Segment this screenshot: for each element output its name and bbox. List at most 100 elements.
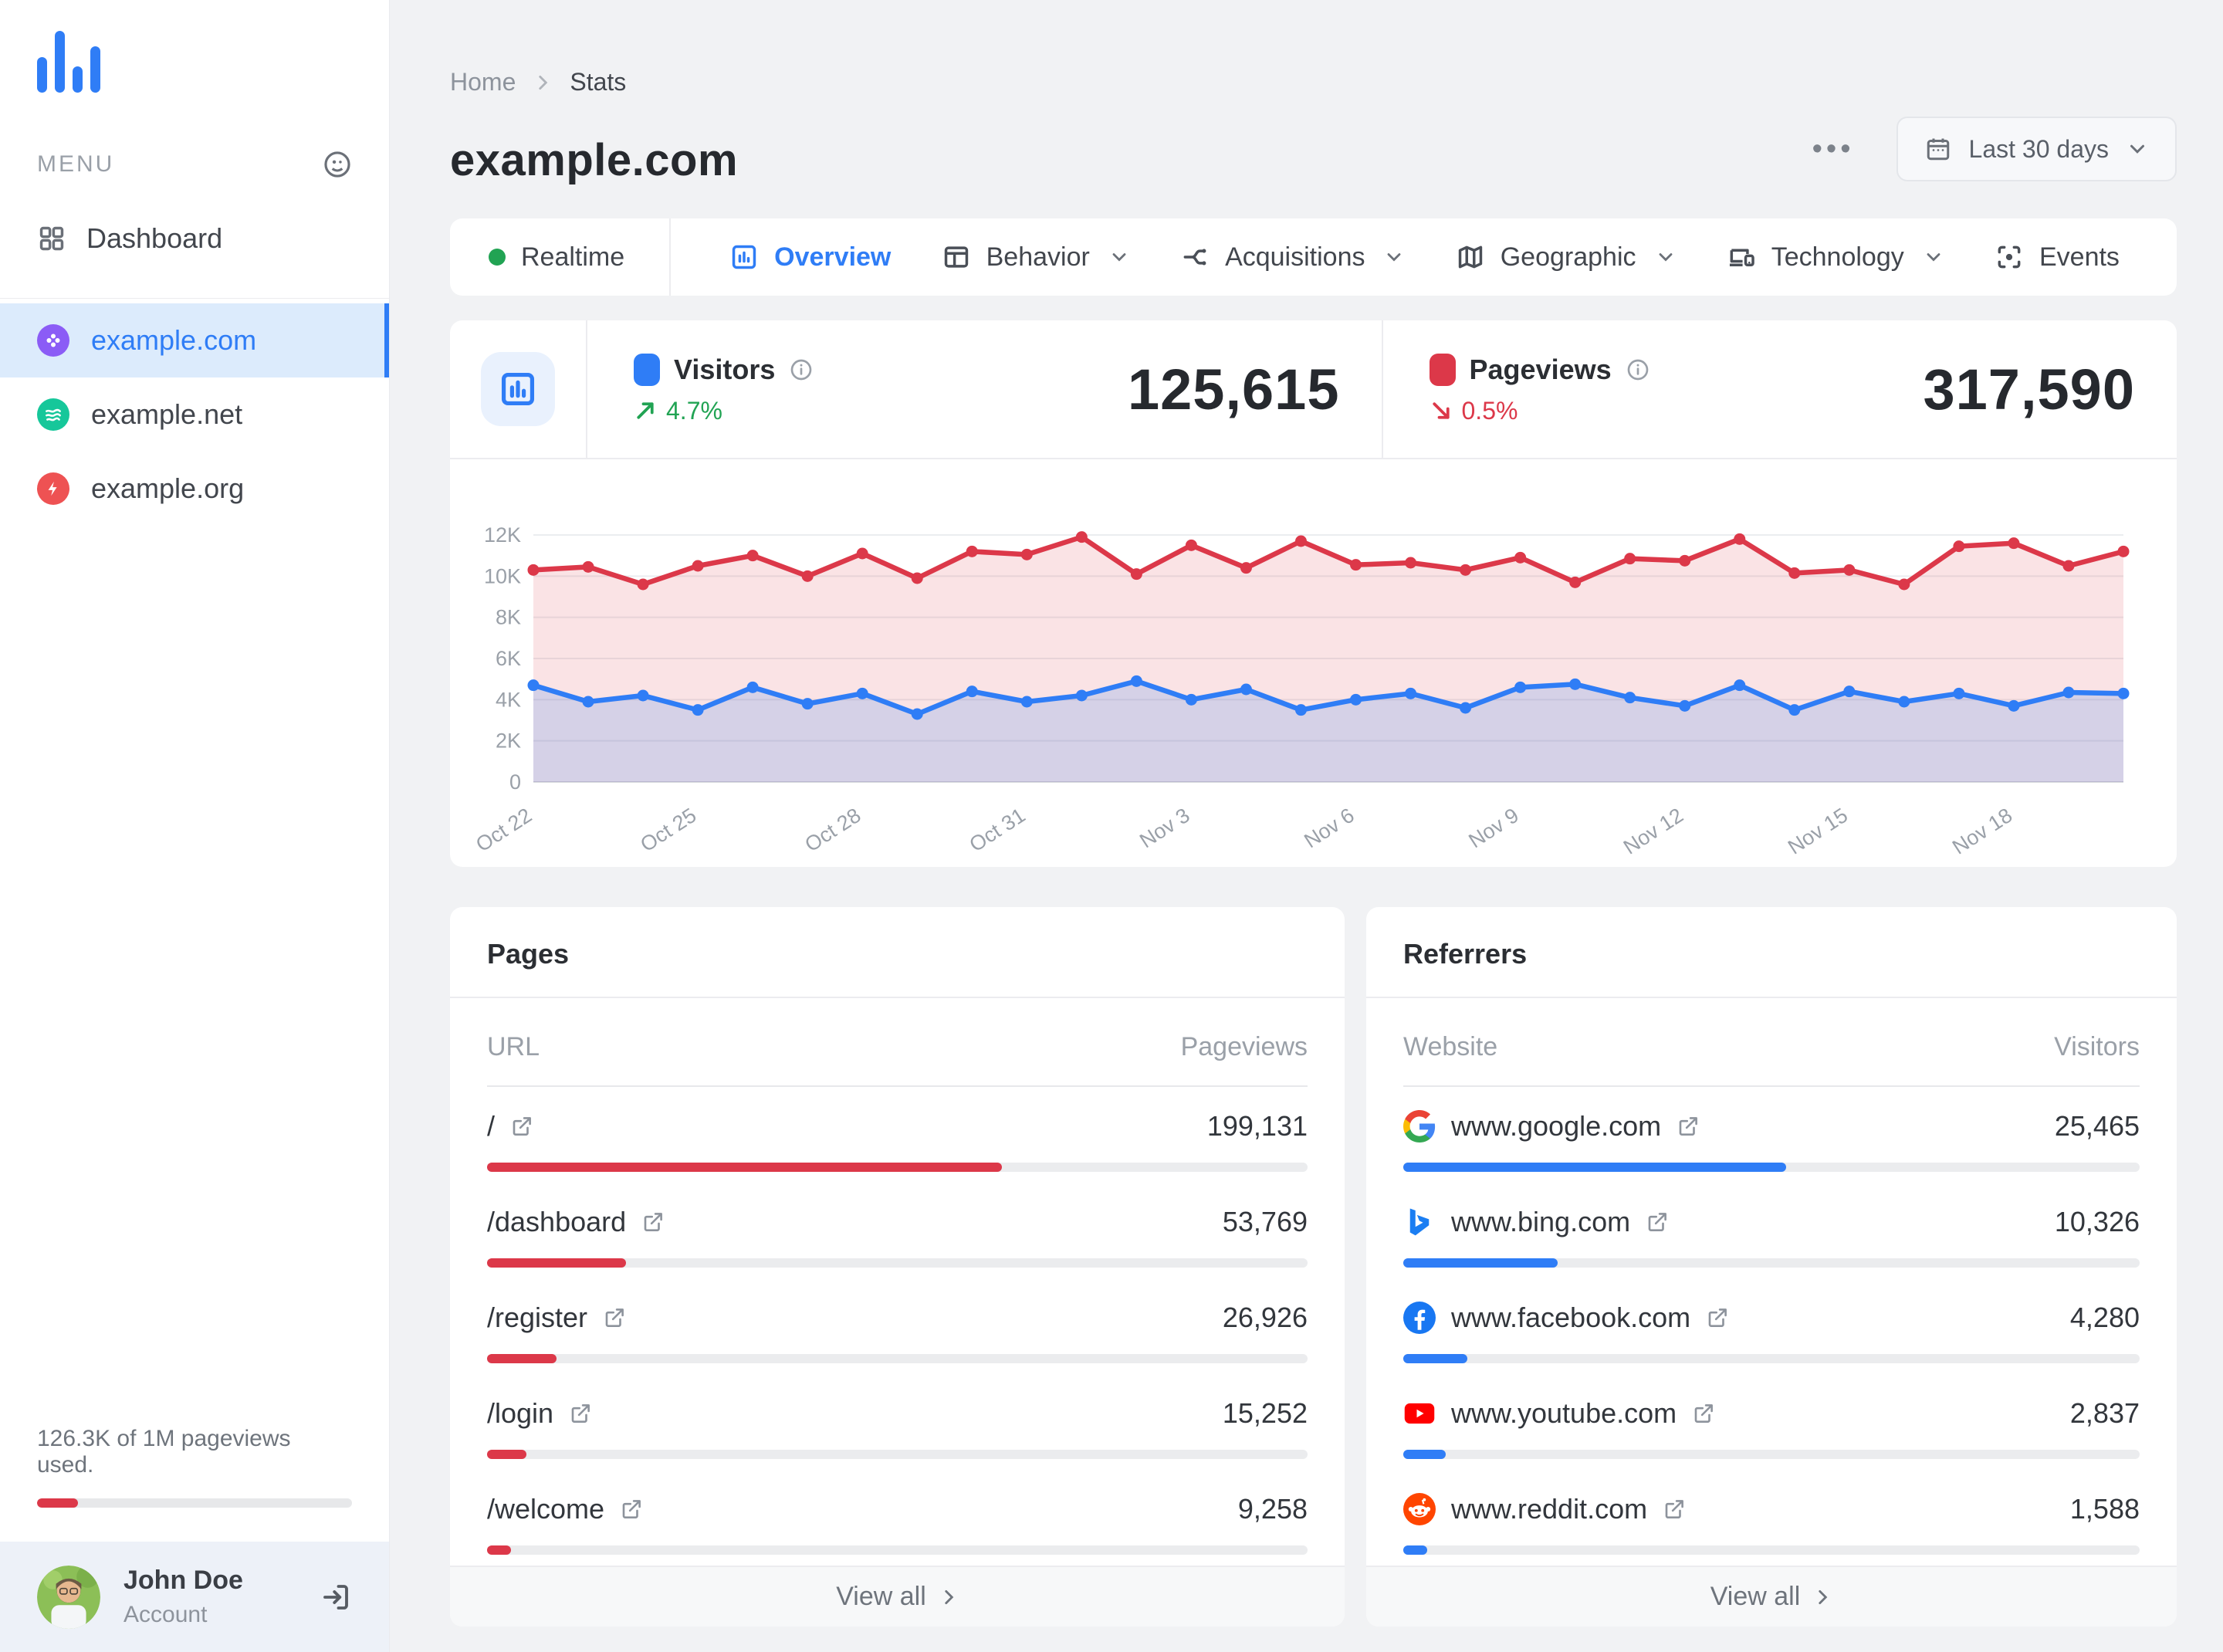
- page-value: 199,131: [1206, 1110, 1308, 1142]
- chevron-down-icon: [1655, 246, 1677, 268]
- site-name: example.org: [91, 472, 245, 504]
- referrer-row[interactable]: www.bing.com 10,326: [1366, 1183, 2177, 1278]
- tab-label: Realtime: [521, 242, 625, 272]
- tab-realtime[interactable]: Realtime: [450, 218, 672, 296]
- google-favicon-icon: [1403, 1110, 1436, 1143]
- usage-text: 126.3K of 1M pageviews used.: [37, 1426, 291, 1478]
- referrer-value: 2,837: [2069, 1397, 2140, 1429]
- page-row[interactable]: /register 26,926: [450, 1278, 1345, 1374]
- referrer-label: www.youtube.com: [1451, 1397, 1677, 1429]
- external-link-icon[interactable]: [620, 1498, 643, 1521]
- page-row[interactable]: /welcome 9,258: [450, 1470, 1345, 1566]
- date-range-button[interactable]: Last 30 days: [1896, 117, 2177, 181]
- referrer-value: 1,588: [2069, 1493, 2140, 1525]
- tab-label: Acquisitions: [1225, 242, 1365, 272]
- external-link-icon[interactable]: [1663, 1498, 1686, 1521]
- site-name: example.com: [91, 324, 257, 356]
- referrer-bar-fill: [1403, 1258, 1558, 1268]
- svg-text:8K: 8K: [496, 606, 521, 629]
- tab-acquisitions[interactable]: Acquisitions: [1172, 218, 1413, 296]
- tab-behavior[interactable]: Behavior: [934, 218, 1138, 296]
- external-link-icon[interactable]: [1706, 1306, 1729, 1329]
- theme-face-icon[interactable]: [323, 150, 352, 179]
- sidebar-item-dashboard[interactable]: Dashboard: [0, 196, 389, 281]
- svg-text:Nov 18: Nov 18: [1948, 804, 2016, 859]
- referrer-bar-track: [1403, 1354, 2140, 1363]
- external-link-icon[interactable]: [641, 1210, 665, 1234]
- breadcrumb-home-link[interactable]: Home: [450, 68, 516, 96]
- external-link-icon[interactable]: [569, 1402, 592, 1425]
- referrers-view-all-button[interactable]: View all: [1366, 1566, 2177, 1627]
- visitors-swatch: [634, 353, 660, 386]
- external-link-icon[interactable]: [1692, 1402, 1715, 1425]
- page-bar-fill: [487, 1258, 626, 1268]
- chevron-right-icon: [533, 73, 553, 93]
- pageviews-label: Pageviews: [1469, 353, 1612, 385]
- tab-events[interactable]: Events: [1987, 218, 2127, 296]
- page-value: 15,252: [1222, 1397, 1308, 1429]
- page-row[interactable]: / 199,131: [450, 1087, 1345, 1183]
- page-bar-track: [487, 1258, 1308, 1268]
- youtube-favicon-icon: [1403, 1397, 1436, 1430]
- referrer-bar-track: [1403, 1450, 2140, 1459]
- page-row[interactable]: /login 15,252: [450, 1374, 1345, 1470]
- chevron-down-icon: [1923, 246, 1944, 268]
- page-value: 53,769: [1222, 1206, 1308, 1237]
- tab-label: Technology: [1771, 242, 1904, 272]
- external-link-icon[interactable]: [1646, 1210, 1669, 1234]
- svg-text:Oct 25: Oct 25: [636, 804, 700, 856]
- tab-label: Events: [2039, 242, 2120, 272]
- pageviews-value: 317,590: [1923, 357, 2135, 421]
- referrer-bar-fill: [1403, 1163, 1787, 1172]
- sidebar-item-example-org[interactable]: example.org: [0, 452, 389, 526]
- referrer-row[interactable]: www.google.com 25,465: [1366, 1087, 2177, 1183]
- pages-view-all-button[interactable]: View all: [450, 1566, 1345, 1627]
- page-value: 9,258: [1237, 1493, 1308, 1525]
- tab-geographic[interactable]: Geographic: [1448, 218, 1684, 296]
- svg-text:12K: 12K: [484, 523, 521, 547]
- main-content: Home Stats example.com ••• Last 30 days: [390, 0, 2223, 1652]
- sidebar: MENU Dashboard example.com example.net e…: [0, 0, 390, 1652]
- page-label: /dashboard: [487, 1206, 627, 1237]
- logout-icon[interactable]: [320, 1581, 352, 1613]
- branch-icon: [1180, 242, 1210, 272]
- chevron-down-icon: [1108, 246, 1130, 268]
- devices-icon: [1727, 242, 1756, 272]
- usage-progress-fill: [37, 1498, 79, 1508]
- external-link-icon[interactable]: [510, 1115, 533, 1138]
- external-link-icon[interactable]: [1677, 1115, 1700, 1138]
- scan-target-icon: [1995, 242, 2024, 272]
- svg-text:6K: 6K: [496, 647, 521, 670]
- sidebar-item-example-com[interactable]: example.com: [0, 303, 389, 377]
- page-row[interactable]: /dashboard 53,769: [450, 1183, 1345, 1278]
- visitors-value: 125,615: [1128, 357, 1340, 421]
- page-title: example.com: [450, 135, 739, 185]
- usage-meter: 126.3K of 1M pageviews used.: [0, 1426, 389, 1508]
- sidebar-item-example-net[interactable]: example.net: [0, 377, 389, 452]
- account-row[interactable]: John Doe Account: [0, 1542, 389, 1652]
- info-icon[interactable]: [789, 357, 814, 382]
- svg-text:Oct 31: Oct 31: [966, 804, 1030, 856]
- referrer-row[interactable]: www.youtube.com 2,837: [1366, 1374, 2177, 1470]
- tab-overview[interactable]: Overview: [722, 218, 898, 296]
- referrer-label: www.bing.com: [1451, 1206, 1631, 1237]
- referrer-row[interactable]: www.facebook.com 4,280: [1366, 1278, 2177, 1374]
- tab-label: Behavior: [986, 242, 1090, 272]
- external-link-icon[interactable]: [603, 1306, 626, 1329]
- visitors-label: Visitors: [674, 353, 776, 385]
- info-icon[interactable]: [1626, 357, 1650, 382]
- trend-down-icon: [1432, 402, 1450, 419]
- bing-favicon-icon: [1403, 1206, 1436, 1238]
- referrer-row[interactable]: www.reddit.com 1,588: [1366, 1470, 2177, 1566]
- more-options-button[interactable]: •••: [1805, 127, 1863, 171]
- chevron-right-icon: [945, 1589, 954, 1604]
- sidebar-item-label: Dashboard: [86, 222, 223, 254]
- chart-card-icon: [481, 352, 555, 426]
- tab-technology[interactable]: Technology: [1719, 218, 1952, 296]
- referrer-value: 25,465: [2054, 1110, 2140, 1142]
- breadcrumb-current: Stats: [570, 68, 627, 96]
- pages-card: Pages URL Pageviews / 199,131/dashboard 53…: [450, 907, 1345, 1627]
- report-tabs: Realtime Overview Behavior Acquisitions …: [450, 218, 2177, 296]
- page-value: 26,926: [1222, 1302, 1308, 1333]
- referrers-card: Referrers Website Visitors www.google.co…: [1366, 907, 2177, 1627]
